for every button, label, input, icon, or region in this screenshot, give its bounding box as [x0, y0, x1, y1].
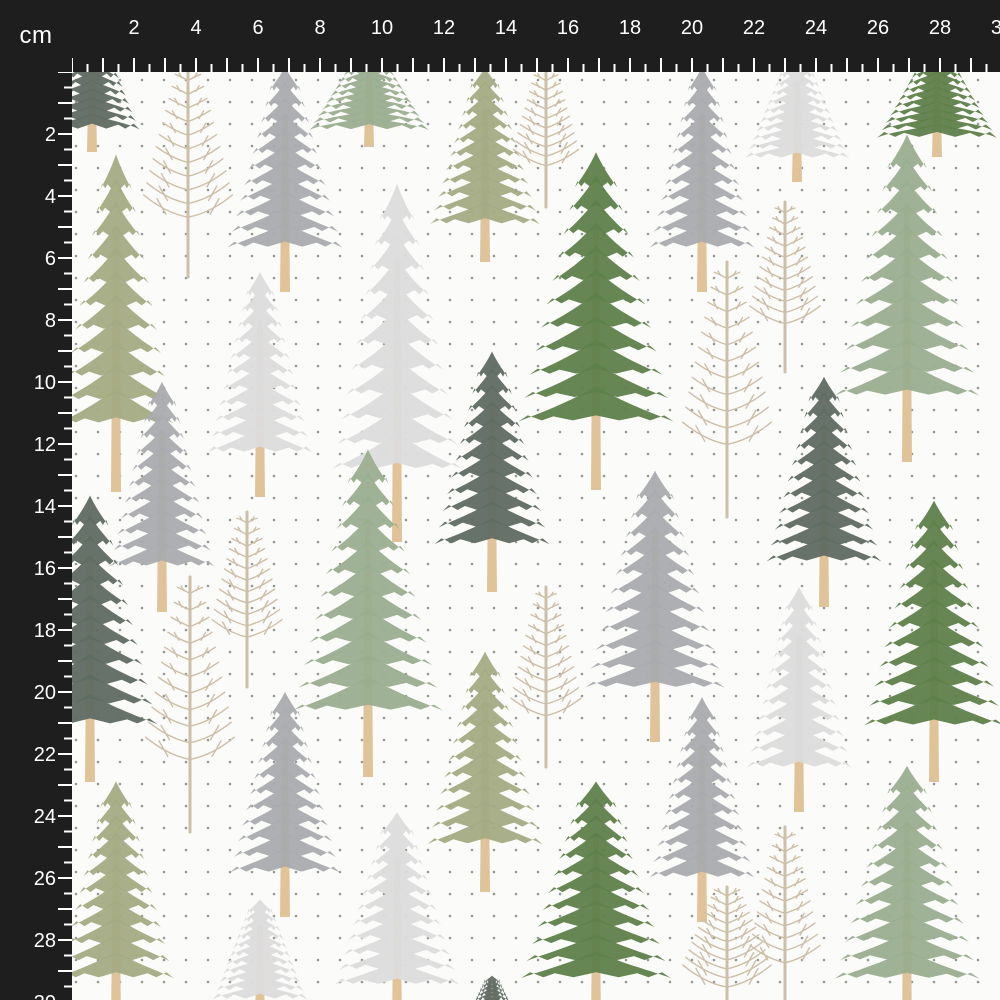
bare-tree [144, 575, 236, 834]
ruler-label-top: 18 [619, 17, 641, 39]
pine-tree [434, 351, 550, 592]
ruler-label-top: 10 [371, 17, 393, 39]
pine-tree [864, 500, 1000, 782]
ruler-label-top: 20 [681, 17, 703, 39]
ruler-label-top: 24 [805, 17, 827, 39]
pine-tree [427, 651, 543, 892]
ruler-label-left: 16 [34, 558, 56, 580]
bare-tree [749, 825, 821, 1000]
ruler-label-left: 6 [45, 248, 56, 270]
ruler-label-top: 16 [557, 17, 579, 39]
pine-tree [227, 72, 343, 293]
ruler-label-top: 8 [314, 17, 325, 39]
ruler-label-top: 30 [991, 17, 1000, 39]
ruler-label-left: 12 [34, 434, 56, 456]
pine-tree [72, 781, 174, 1000]
ruler-label-top: 12 [433, 17, 455, 39]
pine-tree [766, 376, 882, 607]
pine-tree [649, 696, 755, 922]
vertical-ruler-scale: 24681012141618202224262830 [34, 72, 72, 1000]
pine-tree [475, 975, 509, 1000]
horizontal-ruler: 24681012141618202224262830 [72, 0, 1000, 72]
horizontal-ruler-scale: 24681012141618202224262830 [72, 17, 1000, 72]
ruler-label-left: 20 [34, 682, 56, 704]
ruler-label-top: 28 [929, 17, 951, 39]
fabric-pattern [72, 72, 1000, 1000]
pine-tree [230, 691, 340, 917]
pine-tree [212, 899, 308, 1000]
ruler-corner: cm [0, 0, 72, 72]
pine-tree [744, 72, 850, 182]
pine-tree [834, 134, 980, 462]
pine-tree [746, 586, 852, 812]
pine-tree [877, 72, 997, 157]
pine-tree [834, 765, 980, 1000]
pine-tree [649, 72, 755, 293]
pine-tree-pattern [72, 72, 1000, 1000]
ruler-label-left: 8 [45, 310, 56, 332]
pine-tree [293, 449, 443, 777]
pine-tree [332, 183, 462, 542]
bare-tree [749, 200, 821, 374]
pine-tree [518, 152, 674, 490]
pine-tree [430, 72, 540, 262]
bare-tree [211, 510, 283, 689]
ruler-label-left: 22 [34, 744, 56, 766]
pine-tree [309, 72, 429, 147]
ruler-label-left: 2 [45, 124, 56, 146]
unit-label: cm [19, 22, 53, 49]
pine-tree [72, 72, 140, 152]
ruler-label-left: 24 [34, 806, 56, 828]
bare-tree [510, 585, 582, 769]
bare-tree [512, 72, 580, 209]
ruler-label-left: 30 [34, 992, 56, 1000]
ruler-label-left: 28 [34, 930, 56, 952]
ruler-label-top: 6 [252, 17, 263, 39]
ruler-label-left: 18 [34, 620, 56, 642]
pine-tree [207, 271, 313, 497]
ruler-label-left: 14 [34, 496, 56, 518]
ruler-label-top: 22 [743, 17, 765, 39]
ruler-label-top: 14 [495, 17, 517, 39]
ruler-label-top: 26 [867, 17, 889, 39]
bare-tree [142, 72, 234, 279]
ruler-label-top: 2 [128, 17, 139, 39]
ruler-label-left: 4 [45, 186, 56, 208]
fabric-preview: cm 24681012141618202224262830 2468101214… [0, 0, 1000, 1000]
ruler-label-top: 4 [190, 17, 201, 39]
vertical-ruler: 24681012141618202224262830 [0, 72, 72, 1000]
pine-tree [521, 781, 671, 1000]
ruler-label-left: 26 [34, 868, 56, 890]
ruler-label-left: 10 [34, 372, 56, 394]
